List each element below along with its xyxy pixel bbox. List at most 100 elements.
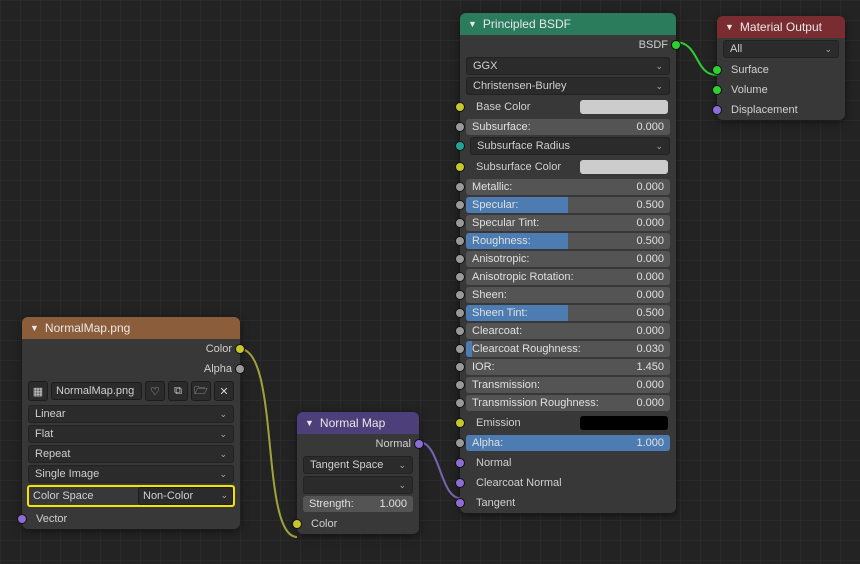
sss-method-select[interactable]: Christensen-Burley⌄ <box>466 77 670 95</box>
extension-select[interactable]: Repeat⌄ <box>28 445 234 463</box>
socket-emission-in[interactable] <box>455 418 465 428</box>
node-header[interactable]: ▼ NormalMap.png <box>22 317 240 339</box>
input-basecolor: Base Color <box>460 97 676 117</box>
socket-tangent-in[interactable] <box>455 498 465 508</box>
socket-vector-in[interactable] <box>17 514 27 524</box>
metallic-slider[interactable]: Metallic: 0.000 <box>466 179 670 195</box>
socket-transrough-in[interactable] <box>455 398 465 408</box>
interpolation-select[interactable]: Linear⌄ <box>28 405 234 423</box>
socket-clearcoat-in[interactable] <box>455 326 465 336</box>
new-image-icon[interactable]: ⧉ <box>168 381 188 401</box>
space-select[interactable]: Tangent Space⌄ <box>303 456 413 474</box>
roughness-value: 0.500 <box>636 235 664 247</box>
alpha-value: 1.000 <box>636 437 664 449</box>
socket-displacement-in[interactable] <box>712 105 722 115</box>
fake-user-icon[interactable]: ♡ <box>145 381 165 401</box>
socket-sheentint-in[interactable] <box>455 308 465 318</box>
strength-slider[interactable]: Strength: 1.000 <box>303 496 413 512</box>
node-header[interactable]: ▼ Normal Map <box>297 412 419 434</box>
unlink-image-icon[interactable]: ✕ <box>214 381 234 401</box>
basecolor-swatch[interactable] <box>580 100 668 114</box>
clearcoat-slider[interactable]: Clearcoat: 0.000 <box>466 323 670 339</box>
sheentint-value: 0.500 <box>636 307 664 319</box>
node-material-output[interactable]: ▼ Material Output All⌄ Surface Volume Di… <box>717 16 845 120</box>
subsurface-slider[interactable]: Subsurface: 0.000 <box>466 119 670 135</box>
anisorot-slider[interactable]: Anisotropic Rotation: 0.000 <box>466 269 670 285</box>
collapse-triangle-icon[interactable]: ▼ <box>305 418 314 428</box>
socket-sheen-in[interactable] <box>455 290 465 300</box>
source-select[interactable]: Single Image⌄ <box>28 465 234 483</box>
emission-label: Emission <box>468 417 576 429</box>
chevron-down-icon: ⌄ <box>219 469 227 480</box>
transmission-slider[interactable]: Transmission: 0.000 <box>466 377 670 393</box>
image-name-field[interactable]: NormalMap.png <box>51 382 142 400</box>
node-principled-bsdf[interactable]: ▼ Principled BSDF BSDF GGX⌄ Christensen-… <box>460 13 676 513</box>
sheentint-slider[interactable]: Sheen Tint: 0.500 <box>466 305 670 321</box>
socket-specular-in[interactable] <box>455 200 465 210</box>
socket-ssscolor-in[interactable] <box>455 162 465 172</box>
socket-surface-in[interactable] <box>712 65 722 75</box>
clearcoat-value: 0.000 <box>636 325 664 337</box>
socket-ccnormal-in[interactable] <box>455 478 465 488</box>
socket-anisorot-in[interactable] <box>455 272 465 282</box>
aniso-slider[interactable]: Anisotropic: 0.000 <box>466 251 670 267</box>
socket-transmission-in[interactable] <box>455 380 465 390</box>
socket-normal-in[interactable] <box>455 458 465 468</box>
input-surface: Surface <box>717 60 845 80</box>
node-title: Normal Map <box>320 416 385 430</box>
ior-label: IOR: <box>472 361 495 373</box>
socket-color-in[interactable] <box>292 519 302 529</box>
chevron-down-icon: ⌄ <box>655 61 663 72</box>
socket-sssradius-in[interactable] <box>455 141 465 151</box>
sssradius-select[interactable]: Subsurface Radius⌄ <box>470 137 670 155</box>
distribution-select[interactable]: GGX⌄ <box>466 57 670 75</box>
chevron-down-icon: ⌄ <box>398 460 406 471</box>
node-header[interactable]: ▼ Material Output <box>717 16 845 38</box>
socket-color-out[interactable] <box>235 344 245 354</box>
image-browse-icon[interactable]: ▦ <box>28 381 48 401</box>
specular-slider[interactable]: Specular: 0.500 <box>466 197 670 213</box>
normal-label: Normal <box>468 457 668 469</box>
collapse-triangle-icon[interactable]: ▼ <box>30 323 39 333</box>
ssscolor-swatch[interactable] <box>580 160 668 174</box>
node-image-texture[interactable]: ▼ NormalMap.png Color Alpha ▦ NormalMap.… <box>22 317 240 529</box>
node-header[interactable]: ▼ Principled BSDF <box>460 13 676 35</box>
socket-alpha-in[interactable] <box>455 438 465 448</box>
chevron-down-icon: ⌄ <box>219 409 227 420</box>
socket-metallic-in[interactable] <box>455 182 465 192</box>
socket-volume-in[interactable] <box>712 85 722 95</box>
ior-value: 1.450 <box>636 361 664 373</box>
socket-aniso-in[interactable] <box>455 254 465 264</box>
metallic-value: 0.000 <box>636 181 664 193</box>
ssscolor-label: Subsurface Color <box>468 161 576 173</box>
collapse-triangle-icon[interactable]: ▼ <box>468 19 477 29</box>
collapse-triangle-icon[interactable]: ▼ <box>725 22 734 32</box>
transrough-value: 0.000 <box>636 397 664 409</box>
projection-select[interactable]: Flat⌄ <box>28 425 234 443</box>
input-vector: Vector <box>22 509 240 529</box>
roughness-slider[interactable]: Roughness: 0.500 <box>466 233 670 249</box>
sheen-slider[interactable]: Sheen: 0.000 <box>466 287 670 303</box>
open-image-icon[interactable]: 🗁 <box>191 381 211 401</box>
spectint-slider[interactable]: Specular Tint: 0.000 <box>466 215 670 231</box>
node-normal-map[interactable]: ▼ Normal Map Normal Tangent Space⌄ ⌄ Str… <box>297 412 419 534</box>
socket-subsurface-in[interactable] <box>455 122 465 132</box>
ior-slider[interactable]: IOR: 1.450 <box>466 359 670 375</box>
emission-swatch[interactable] <box>580 416 668 430</box>
aniso-label: Anisotropic: <box>472 253 529 265</box>
socket-normal-out[interactable] <box>414 439 424 449</box>
ccrough-slider[interactable]: Clearcoat Roughness: 0.030 <box>466 341 670 357</box>
alpha-slider[interactable]: Alpha: 1.000 <box>466 435 670 451</box>
transrough-slider[interactable]: Transmission Roughness: 0.000 <box>466 395 670 411</box>
socket-roughness-in[interactable] <box>455 236 465 246</box>
socket-alpha-out[interactable] <box>235 364 245 374</box>
socket-ior-in[interactable] <box>455 362 465 372</box>
socket-basecolor-in[interactable] <box>455 102 465 112</box>
uvmap-select[interactable]: ⌄ <box>303 476 413 494</box>
colorspace-select[interactable]: Non-Color⌄ <box>138 487 233 505</box>
basecolor-label: Base Color <box>468 101 576 113</box>
socket-ccrough-in[interactable] <box>455 344 465 354</box>
target-select[interactable]: All⌄ <box>723 40 839 58</box>
socket-spectint-in[interactable] <box>455 218 465 228</box>
socket-bsdf-out[interactable] <box>671 40 681 50</box>
